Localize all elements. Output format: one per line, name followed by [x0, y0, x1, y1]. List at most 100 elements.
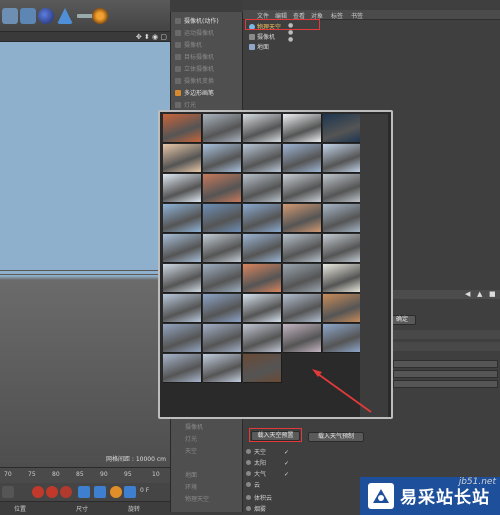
3d-viewport[interactable]: 网格间距 : 10000 cm [0, 42, 170, 467]
sky-toggle-row[interactable]: 天空 ✓ [246, 447, 289, 456]
sky-preset-thumbnail[interactable] [203, 174, 242, 203]
menu-item[interactable]: 摄像机 [175, 40, 202, 50]
param-key-icon[interactable] [124, 486, 136, 498]
play-back-button[interactable] [2, 486, 14, 498]
menu-item[interactable]: 环境 [185, 482, 197, 492]
sky-preset-thumbnail[interactable] [203, 264, 242, 293]
menu-item[interactable]: 摄像机(动作) [175, 16, 219, 26]
record-key-icon[interactable] [46, 486, 58, 498]
sky-preset-thumbnail[interactable] [163, 354, 202, 383]
attribute-field[interactable] [393, 370, 498, 378]
sky-preset-thumbnail[interactable] [163, 324, 202, 353]
timeline-tick: 95 [124, 471, 132, 478]
autokey-icon[interactable] [60, 486, 72, 498]
render-view-icon[interactable] [2, 8, 18, 24]
sky-preset-thumbnail[interactable] [203, 144, 242, 173]
rotation-label: 旋转 [128, 506, 141, 513]
viewport-nav-icons[interactable]: ✥ ⬍ ◉ ▢ [136, 33, 167, 41]
sphere-icon[interactable] [38, 8, 54, 24]
menu-item[interactable]: 灯光 [185, 434, 197, 444]
sun-toggle-row[interactable]: 太阳 ✓ [246, 458, 289, 467]
menu-tags[interactable]: 标签 [331, 11, 343, 20]
sky-preset-thumbnail[interactable] [283, 174, 322, 203]
lock-icon[interactable]: ■ [489, 290, 496, 298]
sky-preset-thumbnail[interactable] [243, 174, 282, 203]
sky-preset-thumbnail[interactable] [163, 204, 202, 233]
sky-preset-thumbnail[interactable] [163, 114, 202, 143]
sky-preset-thumbnail[interactable] [243, 234, 282, 263]
scale-key-icon[interactable] [94, 486, 106, 498]
menu-item[interactable]: 多边形画笔 [175, 88, 214, 98]
sky-preset-thumbnail[interactable] [243, 324, 282, 353]
menu-item[interactable]: 立体摄像机 [175, 64, 214, 74]
grid-spacing-label: 网格间距 : 10000 cm [106, 456, 166, 463]
sky-preset-thumbnail[interactable] [323, 144, 362, 173]
menu-item[interactable]: 摄像机变换 [175, 76, 214, 86]
sky-preset-thumbnail[interactable] [323, 114, 362, 143]
menu-item[interactable]: 天空 [185, 446, 197, 456]
load-weather-preset-button[interactable]: 载入天气预制 [308, 432, 364, 442]
sky-preset-thumbnail[interactable] [283, 144, 322, 173]
sky-preset-thumbnail[interactable] [203, 204, 242, 233]
sky-preset-thumbnail[interactable] [243, 264, 282, 293]
sky-preset-thumbnail[interactable] [283, 234, 322, 263]
atmosphere-toggle-row[interactable]: 大气 ✓ [246, 469, 289, 478]
menu-item[interactable]: 摄像机 [185, 422, 203, 432]
menu-item[interactable]: 运动摄像机 [175, 28, 214, 38]
sky-preset-thumbnail[interactable] [323, 294, 362, 323]
sky-preset-thumbnail[interactable] [163, 174, 202, 203]
menu-item[interactable]: 物理天空 [185, 494, 209, 504]
sky-preset-thumbnail[interactable] [203, 294, 242, 323]
sky-preset-thumbnail[interactable] [283, 114, 322, 143]
main-toolbar [0, 0, 170, 32]
sky-preset-thumbnail[interactable] [163, 234, 202, 263]
sky-preset-thumbnail[interactable] [323, 204, 362, 233]
attribute-field[interactable] [393, 380, 498, 388]
render-icon[interactable] [20, 8, 36, 24]
sky-preset-thumbnail[interactable] [323, 324, 362, 353]
sky-preset-thumbnail[interactable] [203, 354, 242, 383]
rotate-key-icon[interactable] [110, 486, 122, 498]
sky-preset-popup [158, 110, 393, 419]
sky-preset-thumbnail[interactable] [283, 294, 322, 323]
horizon-line [0, 274, 170, 275]
sky-preset-thumbnail[interactable] [283, 324, 322, 353]
arrow-up-icon[interactable]: ▲ [477, 290, 482, 298]
sky-preset-thumbnail[interactable] [203, 114, 242, 143]
arrow-left-icon[interactable]: ◀ [465, 290, 470, 298]
attribute-field[interactable] [393, 360, 498, 368]
sky-preset-thumbnail[interactable] [243, 114, 282, 143]
shape-icon[interactable] [57, 8, 73, 24]
timeline[interactable]: 70 75 80 85 90 95 10 [0, 467, 170, 483]
separator-icon [77, 14, 93, 18]
sky-preset-thumbnail[interactable] [163, 144, 202, 173]
menu-item[interactable]: 地面 [185, 470, 197, 480]
sky-preset-thumbnail[interactable] [243, 354, 282, 383]
object-row-camera[interactable]: 摄像机 [249, 32, 275, 41]
menu-item[interactable]: 目标摄像机 [175, 52, 214, 62]
menu-bookmarks[interactable]: 书签 [351, 11, 363, 20]
clouds-toggle-row[interactable]: 云 [246, 480, 260, 489]
object-row-floor[interactable]: 地面 [249, 42, 269, 51]
sky-preset-thumbnail[interactable] [283, 264, 322, 293]
sky-preset-thumbnail[interactable] [323, 174, 362, 203]
sky-preset-thumbnail[interactable] [323, 234, 362, 263]
fog-row[interactable]: 烟雾 [246, 504, 266, 513]
sky-preset-thumbnail[interactable] [243, 204, 282, 233]
menu-item[interactable]: 灯光 [175, 100, 196, 110]
sky-preset-thumbnail[interactable] [283, 204, 322, 233]
popup-scrollbar[interactable] [360, 114, 388, 417]
sky-preset-thumbnail[interactable] [203, 324, 242, 353]
sky-preset-thumbnail[interactable] [163, 264, 202, 293]
sky-preset-thumbnail[interactable] [203, 234, 242, 263]
sky-preset-thumbnail[interactable] [323, 264, 362, 293]
sky-preset-thumbnail[interactable] [243, 294, 282, 323]
sky-preset-thumbnail[interactable] [243, 144, 282, 173]
record-icon[interactable] [32, 486, 44, 498]
move-key-icon[interactable] [78, 486, 90, 498]
transport-bar: 0 F [0, 483, 170, 501]
light-icon[interactable] [92, 8, 108, 24]
volumetric-clouds-row[interactable]: 体积云 [246, 493, 272, 502]
logo-emblem-icon [368, 483, 394, 509]
sky-preset-thumbnail[interactable] [163, 294, 202, 323]
